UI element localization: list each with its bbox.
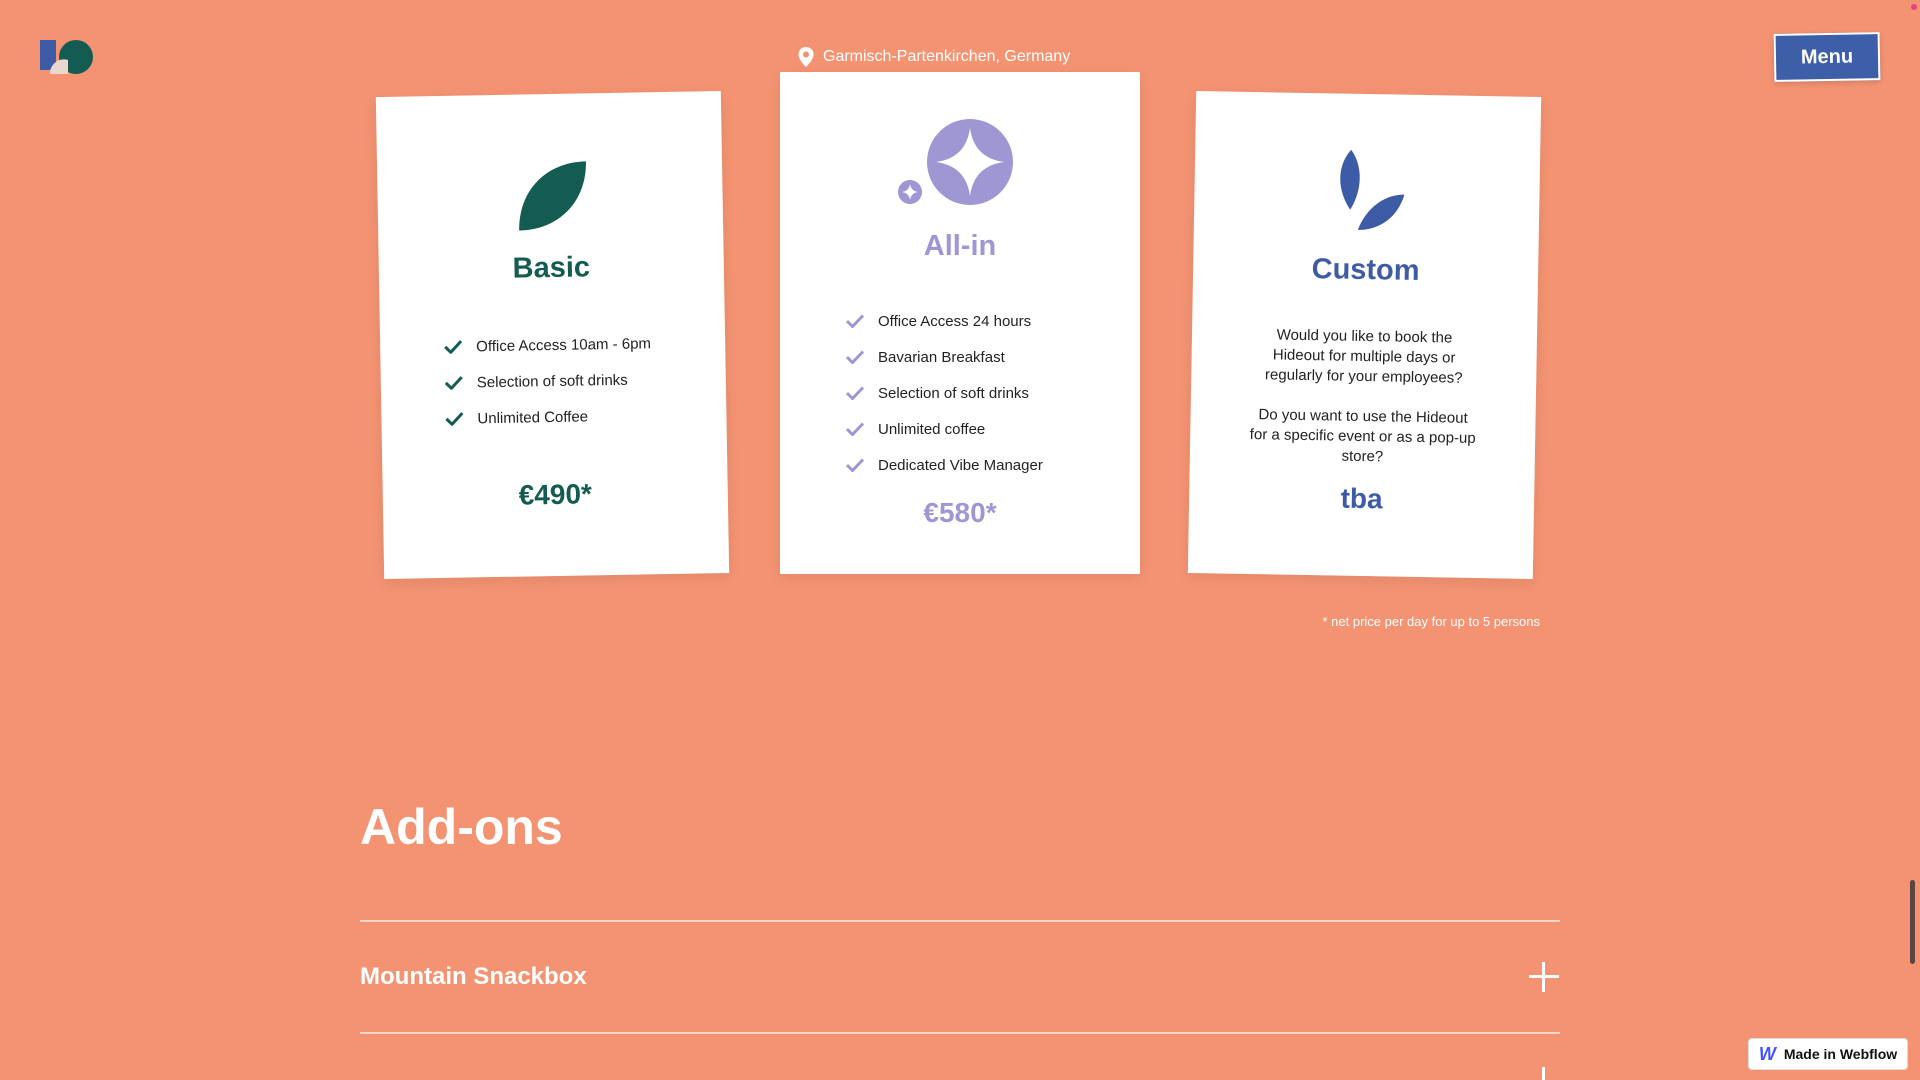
check-icon [445, 412, 464, 426]
divider [360, 1032, 1560, 1034]
made-in-webflow-badge[interactable]: W Made in Webflow [1748, 1038, 1908, 1070]
notification-dot [1911, 4, 1917, 10]
plus-icon[interactable] [1528, 961, 1560, 993]
location-label: Garmisch-Partenkirchen, Germany [797, 46, 1070, 68]
custom-text-1: Would you like to book the Hideout for m… [1264, 326, 1463, 387]
custom-description: Would you like to book the Hideout for m… [1247, 325, 1479, 469]
check-icon [846, 314, 864, 328]
feature-text: Office Access 10am - 6pm [476, 334, 652, 355]
location-text: Garmisch-Partenkirchen, Germany [823, 48, 1071, 65]
next-accordion-partial[interactable] [1528, 1066, 1560, 1080]
plan-title: Custom [1311, 253, 1420, 287]
feature-item: Dedicated Vibe Manager [846, 447, 1140, 483]
check-icon [846, 422, 864, 436]
feature-item: Selection of soft drinks [846, 375, 1140, 411]
feature-text: Unlimited Coffee [477, 407, 589, 427]
plan-card-custom: Custom Would you like to book the Hideou… [1187, 91, 1542, 579]
accordion-label: Mountain Snackbox [360, 963, 587, 990]
feature-item: Unlimited Coffee [445, 396, 727, 437]
scrollbar-thumb[interactable] [1910, 880, 1915, 964]
leaf-icon [518, 161, 586, 231]
feature-list: Office Access 10am - 6pm Selection of so… [444, 324, 727, 437]
plan-price: €580* [923, 497, 997, 528]
location-pin-icon [798, 47, 814, 67]
feature-text: Unlimited coffee [878, 420, 986, 438]
check-icon [846, 350, 864, 364]
double-leaf-icon [1339, 149, 1404, 230]
price-footnote: * net price per day for up to 5 persons [1322, 614, 1540, 629]
feature-item: Bavarian Breakfast [846, 339, 1140, 375]
plan-price: €490* [518, 478, 593, 511]
check-icon [846, 386, 864, 400]
check-icon [444, 340, 463, 354]
brand-logo[interactable] [38, 38, 94, 76]
feature-text: Selection of soft drinks [878, 384, 1029, 402]
feature-text: Dedicated Vibe Manager [878, 456, 1043, 474]
plan-price: tba [1340, 482, 1383, 515]
feature-item: Office Access 10am - 6pm [444, 324, 726, 365]
sparkle-icon [898, 119, 1013, 205]
plan-card-allin: All-in Office Access 24 hours Bavarian B… [780, 72, 1140, 574]
webflow-logo-icon: W [1758, 1043, 1776, 1064]
accordion-item-mountain-snackbox[interactable]: Mountain Snackbox [360, 922, 1560, 1032]
plan-card-basic: Basic Office Access 10am - 6pm Selection… [375, 91, 730, 579]
addons-heading: Add-ons [360, 799, 563, 855]
feature-list: Office Access 24 hours Bavarian Breakfas… [846, 303, 1140, 483]
check-icon [846, 458, 864, 472]
feature-item: Office Access 24 hours [846, 303, 1140, 339]
check-icon [444, 376, 463, 390]
plan-title: All-in [923, 230, 997, 262]
feature-item: Unlimited coffee [846, 411, 1140, 447]
custom-text-2: Do you want to use the Hideout for a spe… [1249, 406, 1476, 466]
feature-item: Selection of soft drinks [444, 360, 727, 401]
feature-text: Office Access 24 hours [878, 312, 1032, 330]
menu-button[interactable]: Menu [1773, 32, 1881, 82]
feature-text: Bavarian Breakfast [878, 348, 1005, 366]
plan-title: Basic [512, 251, 591, 285]
feature-text: Selection of soft drinks [476, 371, 628, 391]
plus-icon[interactable] [1528, 1066, 1560, 1080]
badge-label: Made in Webflow [1783, 1046, 1898, 1062]
